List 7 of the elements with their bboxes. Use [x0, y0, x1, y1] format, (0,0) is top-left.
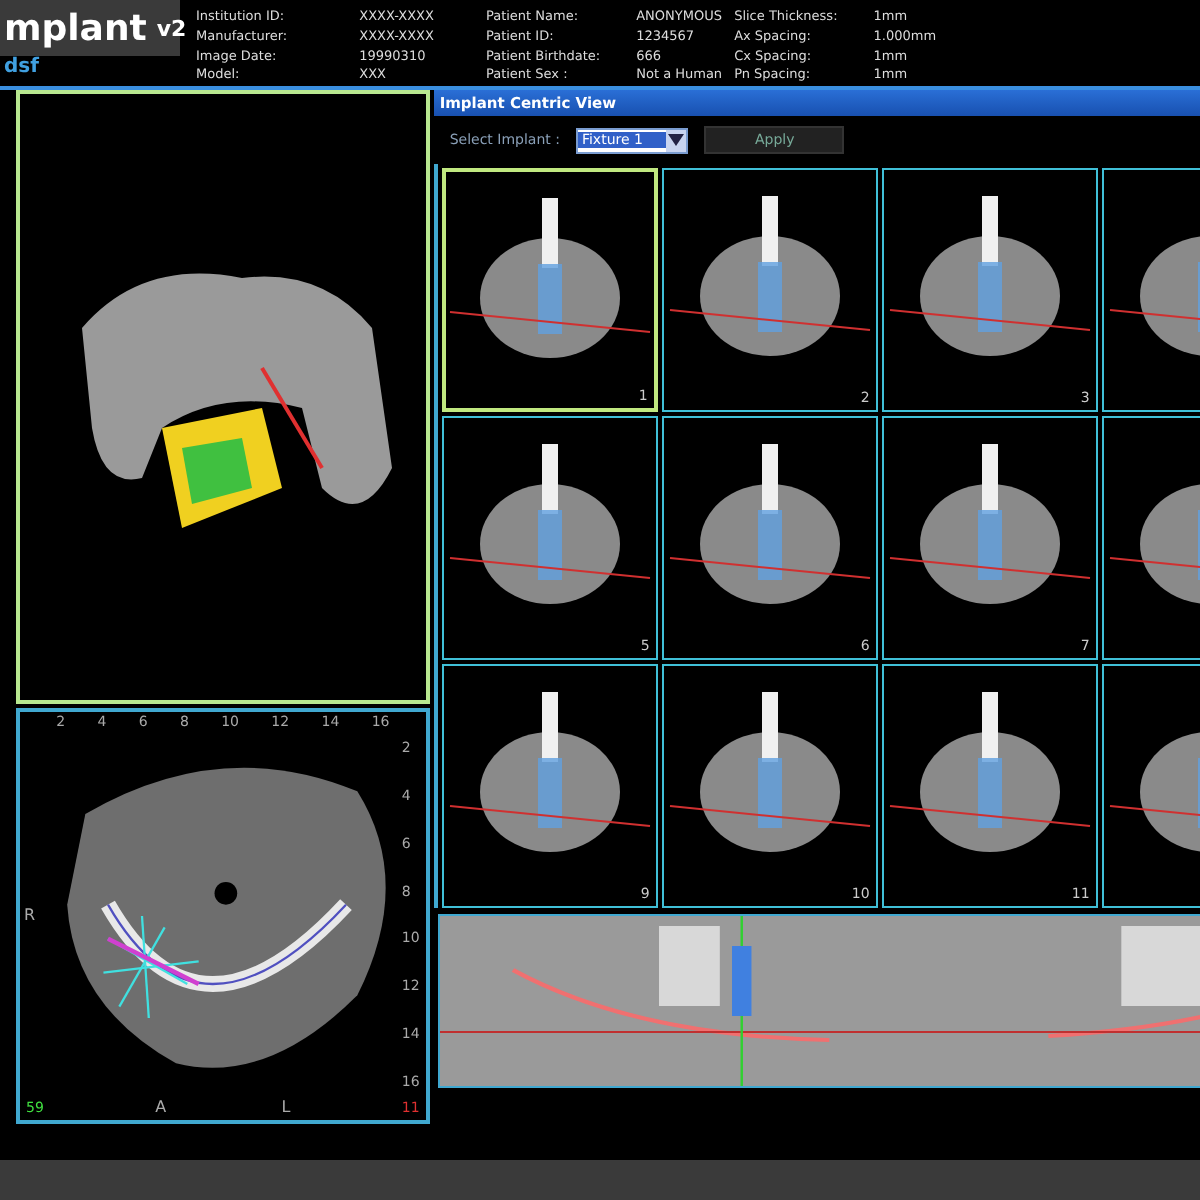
project-name: dsf: [2, 56, 41, 78]
orientation-label: L: [279, 1098, 293, 1116]
version-text: v2: [156, 15, 187, 41]
orientation-label: R: [22, 906, 38, 924]
logo-text: mplant: [4, 7, 147, 49]
caret-icon: [666, 129, 687, 151]
orientation-label: A: [153, 1098, 169, 1116]
